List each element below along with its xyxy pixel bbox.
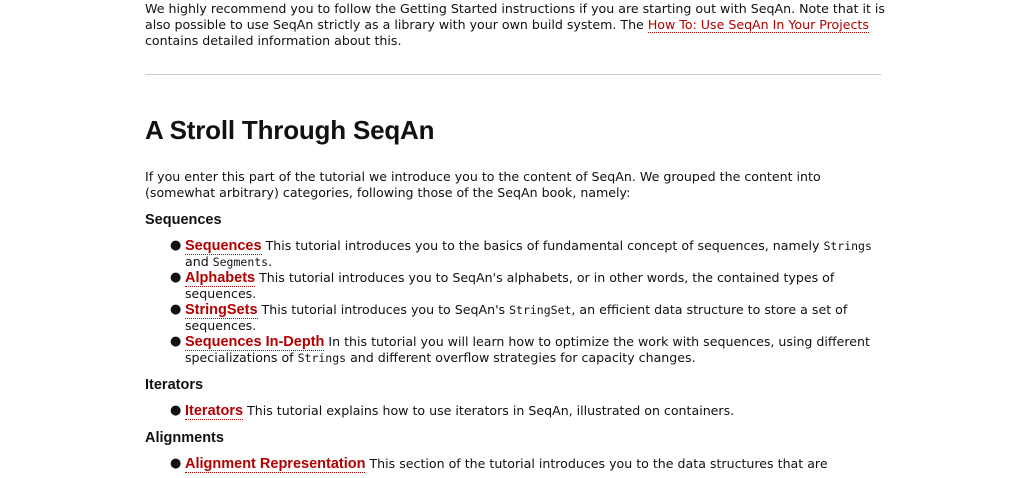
code-term: StringSet <box>509 303 572 317</box>
document-body: We highly recommend you to follow the Ge… <box>145 0 885 473</box>
alphabets-link[interactable]: Alphabets <box>185 270 256 287</box>
bullet-icon: ● <box>170 302 182 317</box>
section-title: A Stroll Through SeqAn <box>145 115 435 145</box>
list-item: ● StringSets This tutorial introduces yo… <box>170 302 885 334</box>
bullet-icon: ● <box>170 270 182 285</box>
code-term: Strings <box>297 351 347 365</box>
bullet-icon: ● <box>170 403 182 418</box>
item-description: and different overflow strategies for ca… <box>346 350 696 365</box>
item-description: This tutorial explains how to use iterat… <box>243 403 735 418</box>
stringsets-link[interactable]: StringSets <box>185 302 258 319</box>
how-to-use-seqan-link[interactable]: How To: Use SeqAn In Your Projects <box>647 17 869 33</box>
bullet-icon: ● <box>170 456 182 471</box>
iterators-link[interactable]: Iterators <box>185 403 244 420</box>
item-description: This section of the tutorial introduces … <box>365 456 828 471</box>
list-item: ● Alphabets This tutorial introduces you… <box>170 270 885 302</box>
category-heading-alignments: Alignments <box>145 430 224 446</box>
list-item: ● Iterators This tutorial explains how t… <box>170 403 885 420</box>
sequences-in-depth-link[interactable]: Sequences In-Depth <box>185 334 325 351</box>
item-description: . <box>268 254 273 269</box>
list-item: ● Alignment Representation This section … <box>170 456 885 473</box>
code-term: Strings <box>823 239 872 253</box>
item-description: This tutorial introduces you to the basi… <box>261 238 824 253</box>
list-item: ● Sequences In-Depth In this tutorial yo… <box>170 334 885 366</box>
sequences-link[interactable]: Sequences <box>185 238 262 255</box>
alignment-representation-link[interactable]: Alignment Representation <box>185 456 366 473</box>
category-heading-sequences: Sequences <box>145 212 222 228</box>
section-lead-paragraph: If you enter this part of the tutorial w… <box>145 169 821 200</box>
bullet-icon: ● <box>170 238 182 253</box>
iterators-list: ● Iterators This tutorial explains how t… <box>145 403 885 420</box>
item-description: This tutorial introduces you to SeqAn's … <box>185 270 835 301</box>
list-item: ● Sequences This tutorial introduces you… <box>170 238 885 270</box>
page: We highly recommend you to follow the Ge… <box>0 0 1009 478</box>
intro-text-after: contains detailed information about this… <box>145 33 402 48</box>
bullet-icon: ● <box>170 334 182 349</box>
item-description: This tutorial introduces you to SeqAn's <box>257 302 510 317</box>
category-heading-iterators: Iterators <box>145 377 204 393</box>
alignments-list: ● Alignment Representation This section … <box>145 456 885 473</box>
intro-paragraph: We highly recommend you to follow the Ge… <box>145 1 885 49</box>
item-description: and <box>185 254 213 269</box>
sequences-list: ● Sequences This tutorial introduces you… <box>145 238 885 366</box>
section-divider <box>145 74 881 75</box>
code-term: Segments <box>212 255 269 269</box>
